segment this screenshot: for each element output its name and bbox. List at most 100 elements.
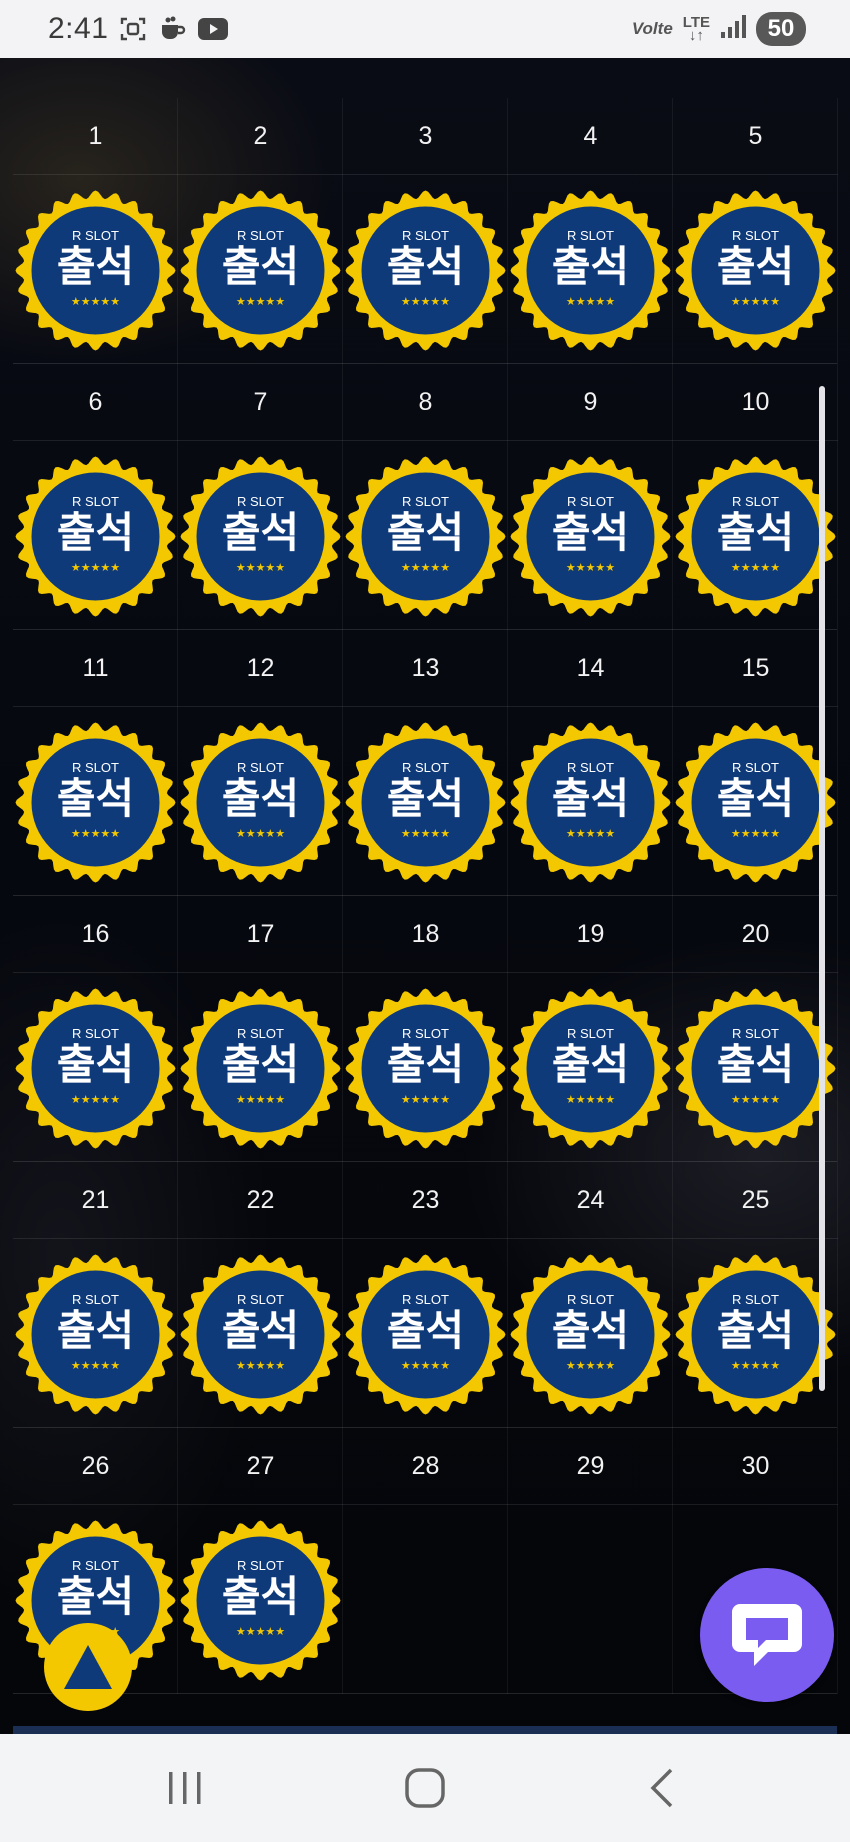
navigation-bar (0, 1734, 850, 1842)
recent-apps-button[interactable] (115, 1734, 255, 1842)
badge-label: 출석 (57, 1040, 134, 1089)
badge-stars: ★★★★★ (401, 561, 450, 574)
calendar-day[interactable]: 2 R SLOT 출석 ★★★★★ (178, 98, 343, 364)
calendar-day[interactable]: 29 (508, 1428, 673, 1694)
calendar-day[interactable]: 21 R SLOT 출석 ★★★★★ (13, 1162, 178, 1428)
day-number: 15 (673, 630, 838, 707)
badge-label: 출석 (717, 774, 794, 823)
badge-stars: ★★★★★ (71, 1359, 120, 1372)
calendar-day[interactable]: 16 R SLOT 출석 ★★★★★ (13, 896, 178, 1162)
day-number: 8 (343, 364, 508, 441)
calendar-day[interactable]: 24 R SLOT 출석 ★★★★★ (508, 1162, 673, 1428)
attendance-stamp: R SLOT출석 ★★★★★ (178, 1252, 343, 1417)
attendance-stamp: R SLOT출석 ★★★★★ (508, 720, 673, 885)
badge-label: 출석 (552, 774, 629, 823)
home-button[interactable] (355, 1734, 495, 1842)
day-number: 22 (178, 1162, 343, 1239)
data-arrows-icon: ↓↑ (688, 27, 704, 44)
calendar-day[interactable]: 10 R SLOT 출석 ★★★★★ (673, 364, 838, 630)
lte-indicator: LTE ↓↑ (683, 15, 710, 44)
calendar-week: 16 R SLOT 출석 ★★★★★ 17 R SLOT 출석 ★★★★★ 18 R SLOT 출석… (13, 896, 838, 1162)
live-chat-button[interactable] (700, 1568, 834, 1702)
calendar-day[interactable]: 1 R SLOT 출석 ★★★★★ (13, 98, 178, 364)
badge-stars: ★★★★★ (71, 295, 120, 308)
badge-stars: ★★★★★ (401, 1093, 450, 1106)
day-number: 13 (343, 630, 508, 707)
badge-label: 출석 (387, 508, 464, 557)
calendar-week: 6R SLOT 출석 ★★★★★ 7 R SLOT 출석 ★★★★★ 8 R SLOT 출석 ★★★… (13, 364, 838, 630)
calendar-day[interactable]: 17 R SLOT 출석 ★★★★★ (178, 896, 343, 1162)
attendance-stamp: R SLOT출석 ★★★★★ (343, 1252, 508, 1417)
calendar-day[interactable]: 5 R SLOT 출석 ★★★★★ (673, 98, 838, 364)
attendance-stamp: R SLOT출석 ★★★★★ (178, 188, 343, 353)
day-number: 14 (508, 630, 673, 707)
calendar-day[interactable]: 6 R SLOT 출석 ★★★★★ (13, 364, 178, 630)
badge-stars: ★★★★★ (71, 561, 120, 574)
day-number: 9 (508, 364, 673, 441)
attendance-calendar: 1R SLOT 출석 ★★★★★ 2 R SLOT 출석 ★★★★★ 3 R SLOT 출석 ★★★… (13, 98, 838, 1694)
calendar-day[interactable]: 11 R SLOT 출석 ★★★★★ (13, 630, 178, 896)
calendar-day[interactable]: 19 R SLOT 출석 ★★★★★ (508, 896, 673, 1162)
day-number: 26 (13, 1428, 178, 1505)
badge-brand: R SLOT (732, 760, 779, 775)
calendar-footer-bar (13, 1726, 837, 1734)
attendance-stamp: R SLOT출석 ★★★★★ (13, 1252, 178, 1417)
badge-stars: ★★★★★ (401, 827, 450, 840)
calendar-day[interactable]: 15 R SLOT 출석 ★★★★★ (673, 630, 838, 896)
day-number: 10 (673, 364, 838, 441)
badge-brand: R SLOT (402, 228, 449, 243)
day-number: 16 (13, 896, 178, 973)
attendance-stamp: R SLOT출석 ★★★★★ (178, 1518, 343, 1683)
badge-label: 출석 (57, 774, 134, 823)
badge-stars: ★★★★★ (236, 561, 285, 574)
attendance-stamp: R SLOT출석 ★★★★★ (343, 454, 508, 619)
badge-stars: ★★★★★ (71, 827, 120, 840)
badge-brand: R SLOT (402, 1026, 449, 1041)
badge-stars: ★★★★★ (401, 1359, 450, 1372)
home-icon (405, 1768, 445, 1808)
badge-brand: R SLOT (402, 1292, 449, 1307)
calendar-day[interactable]: 23 R SLOT 출석 ★★★★★ (343, 1162, 508, 1428)
badge-label: 출석 (222, 508, 299, 557)
day-number: 21 (13, 1162, 178, 1239)
badge-label: 출석 (57, 508, 134, 557)
calendar-day[interactable]: 27 R SLOT 출석 ★★★★★ (178, 1428, 343, 1694)
calendar-day[interactable]: 22 R SLOT 출석 ★★★★★ (178, 1162, 343, 1428)
calendar-day[interactable]: 20 R SLOT 출석 ★★★★★ (673, 896, 838, 1162)
badge-label: 출석 (222, 1306, 299, 1355)
attendance-stamp: R SLOT출석 ★★★★★ (673, 720, 838, 885)
status-left: 2:41 (48, 12, 229, 46)
attendance-stamp: R SLOT출석 ★★★★★ (673, 454, 838, 619)
badge-stars: ★★★★★ (566, 1093, 615, 1106)
calendar-day[interactable]: 28 (343, 1428, 508, 1694)
badge-label: 출석 (552, 1306, 629, 1355)
day-number: 27 (178, 1428, 343, 1505)
badge-stars: ★★★★★ (731, 827, 780, 840)
back-button[interactable] (592, 1734, 732, 1842)
chat-bubble-icon (732, 1604, 802, 1666)
scrollbar[interactable] (819, 386, 825, 1391)
calendar-day[interactable]: 3 R SLOT 출석 ★★★★★ (343, 98, 508, 364)
calendar-day[interactable]: 18 R SLOT 출석 ★★★★★ (343, 896, 508, 1162)
badge-brand: R SLOT (732, 1292, 779, 1307)
badge-label: 출석 (222, 1040, 299, 1089)
calendar-day[interactable]: 25 R SLOT 출석 ★★★★★ (673, 1162, 838, 1428)
attendance-stamp: R SLOT출석 ★★★★★ (13, 188, 178, 353)
badge-brand: R SLOT (237, 1026, 284, 1041)
scroll-to-top-button[interactable] (44, 1623, 132, 1711)
badge-stars: ★★★★★ (731, 561, 780, 574)
calendar-day[interactable]: 4 R SLOT 출석 ★★★★★ (508, 98, 673, 364)
day-number: 1 (13, 98, 178, 175)
calendar-day[interactable]: 13 R SLOT 출석 ★★★★★ (343, 630, 508, 896)
calendar-day[interactable]: 12 R SLOT 출석 ★★★★★ (178, 630, 343, 896)
calendar-day[interactable]: 14 R SLOT 출석 ★★★★★ (508, 630, 673, 896)
calendar-day[interactable]: 8 R SLOT 출석 ★★★★★ (343, 364, 508, 630)
badge-label: 출석 (222, 242, 299, 291)
attendance-stamp: R SLOT출석 ★★★★★ (13, 454, 178, 619)
attendance-stamp: R SLOT출석 ★★★★★ (13, 720, 178, 885)
badge-brand: R SLOT (732, 1026, 779, 1041)
badge-stars: ★★★★★ (236, 295, 285, 308)
calendar-day[interactable]: 9 R SLOT 출석 ★★★★★ (508, 364, 673, 630)
badge-label: 출석 (222, 1572, 299, 1621)
calendar-day[interactable]: 7 R SLOT 출석 ★★★★★ (178, 364, 343, 630)
